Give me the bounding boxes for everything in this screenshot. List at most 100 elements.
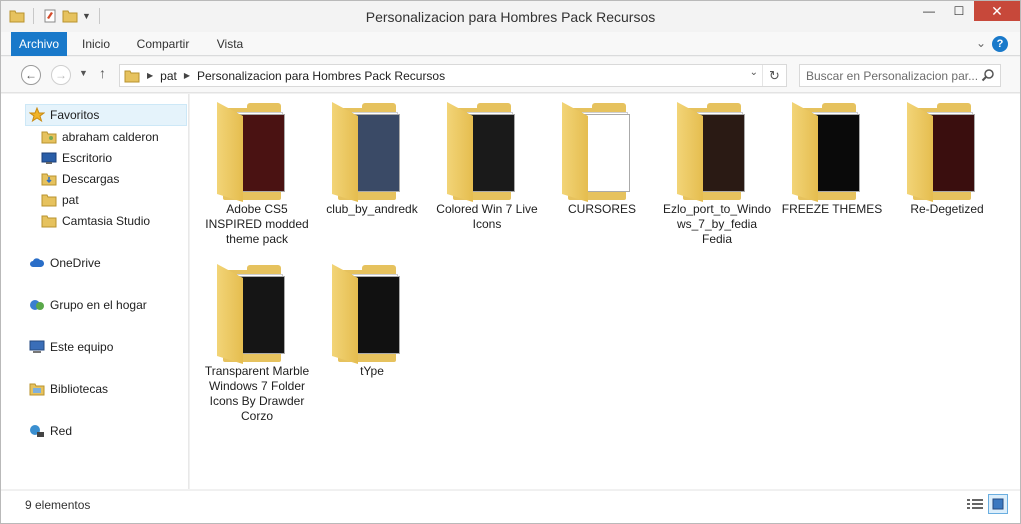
details-view-icon[interactable] (966, 496, 984, 512)
folder-label: Re-Degetized (910, 202, 984, 216)
nav-label: Este equipo (50, 340, 114, 354)
folder-icon (41, 213, 57, 229)
folder-thumbnail (812, 114, 860, 192)
folder-label: club_by_andredk (326, 202, 418, 216)
folder-item-type[interactable]: tYpe (317, 264, 427, 379)
computer-icon (29, 339, 45, 355)
folder-icon (217, 102, 297, 202)
downloads-icon (41, 171, 57, 187)
folder-icon (124, 70, 140, 82)
refresh-button[interactable]: ↻ (762, 65, 786, 86)
breadcrumb-arrow-icon[interactable]: ▶ (184, 71, 190, 80)
nav-este-equipo[interactable]: Este equipo (29, 336, 188, 358)
tab-archivo[interactable]: Archivo (11, 32, 67, 56)
folder-icon (792, 102, 872, 202)
network-icon (29, 423, 45, 439)
folder-thumbnail (237, 276, 285, 354)
nav-label: pat (62, 193, 79, 207)
nav-red[interactable]: Red (29, 420, 188, 442)
ribbon-tabs: Archivo Inicio Compartir Vista ⌄ ? (1, 32, 1020, 56)
search-input[interactable] (806, 67, 978, 84)
nav-favoritos[interactable]: Favoritos (25, 104, 187, 126)
minimize-button[interactable]: — (914, 1, 944, 21)
nav-item-escritorio[interactable]: Escritorio (41, 147, 188, 169)
up-arrow-icon[interactable]: ↑ (99, 65, 106, 81)
folder-thumbnail (352, 276, 400, 354)
expand-ribbon-icon[interactable]: ⌄ (976, 36, 986, 50)
breadcrumb-arrow-icon[interactable]: ▶ (147, 71, 153, 80)
nav-grupo-hogar[interactable]: Grupo en el hogar (29, 294, 188, 316)
nav-item-descargas[interactable]: Descargas (41, 168, 188, 190)
nav-label: Camtasia Studio (62, 214, 151, 228)
recent-locations-icon[interactable]: ▼ (79, 68, 88, 78)
address-row: ← → ▼ ↑ ▶ pat ▶ Personalizacion para Hom… (1, 57, 1020, 93)
breadcrumb-pat[interactable]: pat (160, 69, 177, 83)
desktop-icon (41, 150, 57, 166)
search-box[interactable] (799, 64, 1001, 87)
libraries-icon (29, 381, 45, 397)
large-icons-view-button[interactable] (988, 494, 1008, 514)
folder-icon (332, 264, 412, 364)
window-title: Personalizacion para Hombres Pack Recurs… (365, 9, 656, 25)
folder-thumbnail (582, 114, 630, 192)
folder-item-adobe-cs5[interactable]: Adobe CS5 INSPIRED modded theme pack (202, 102, 312, 247)
tab-vista[interactable]: Vista (209, 32, 251, 56)
nav-label: Bibliotecas (50, 382, 109, 396)
item-count: 9 elementos (25, 498, 91, 512)
folder-icon (41, 192, 57, 208)
folder-icon (562, 102, 642, 202)
tab-inicio[interactable]: Inicio (75, 32, 117, 56)
folder-thumbnail (352, 114, 400, 192)
folder-item-freeze-themes[interactable]: FREEZE THEMES (777, 102, 887, 217)
file-list: Adobe CS5 INSPIRED modded theme pack clu… (190, 94, 1020, 489)
folder-thumbnail (467, 114, 515, 192)
folder-label: Ezlo_port_to_Windows_7_by_fedia Fedia (662, 202, 772, 246)
folder-thumbnail (237, 114, 285, 192)
folder-item-club-by-andredk[interactable]: club_by_andredk (317, 102, 427, 217)
navigation-pane: Favoritos abraham calderon Escritorio De… (1, 94, 189, 489)
maximize-button[interactable]: ☐ (944, 1, 974, 21)
nav-item-camtasia-studio[interactable]: Camtasia Studio (41, 210, 188, 232)
homegroup-icon (29, 297, 45, 313)
explorer-window: ▼ Personalizacion para Hombres Pack Recu… (0, 0, 1021, 524)
nav-label: abraham calderon (62, 130, 159, 144)
folder-label: FREEZE THEMES (781, 202, 883, 216)
folder-item-ezlo-port[interactable]: Ezlo_port_to_Windows_7_by_fedia Fedia (662, 102, 772, 247)
nav-bibliotecas[interactable]: Bibliotecas (29, 378, 188, 400)
title-bar: ▼ Personalizacion para Hombres Pack Recu… (1, 1, 1020, 32)
close-button[interactable]: ✕ (974, 1, 1020, 21)
nav-onedrive[interactable]: OneDrive (29, 252, 188, 274)
large-icons-view-icon (992, 498, 1004, 510)
folder-item-cursores[interactable]: CURSORES (547, 102, 657, 217)
folder-thumbnail (697, 114, 745, 192)
folder-icon (677, 102, 757, 202)
tab-compartir[interactable]: Compartir (129, 32, 197, 56)
nav-label: Red (50, 424, 73, 438)
window-controls: — ☐ ✕ (914, 1, 1020, 21)
folder-icon (332, 102, 412, 202)
folder-item-re-degetized[interactable]: Re-Degetized (892, 102, 1002, 217)
nav-label: Descargas (62, 172, 120, 186)
folder-label: CURSORES (567, 202, 636, 216)
folder-icon (217, 264, 297, 364)
nav-label: Escritorio (62, 151, 113, 165)
chevron-down-icon[interactable]: ⌄ (750, 67, 758, 78)
back-button[interactable]: ← (21, 65, 41, 85)
cloud-icon (29, 255, 45, 271)
folder-item-transparent-marble[interactable]: Transparent Marble Windows 7 Folder Icon… (202, 264, 312, 424)
folder-label: Transparent Marble Windows 7 Folder Icon… (204, 364, 310, 423)
nav-item-abraham-calderon[interactable]: abraham calderon (41, 126, 188, 148)
nav-label: Grupo en el hogar (50, 298, 147, 312)
search-icon[interactable] (981, 68, 995, 82)
nav-item-pat[interactable]: pat (41, 189, 188, 211)
forward-button[interactable]: → (51, 65, 71, 85)
nav-label: Favoritos (50, 108, 100, 122)
address-bar[interactable]: ▶ pat ▶ Personalizacion para Hombres Pac… (119, 64, 787, 87)
breadcrumb-current[interactable]: Personalizacion para Hombres Pack Recurs… (197, 69, 445, 83)
folder-item-colored-win7[interactable]: Colored Win 7 Live Icons (432, 102, 542, 232)
nav-label: OneDrive (50, 256, 101, 270)
folder-label: Adobe CS5 INSPIRED modded theme pack (205, 202, 309, 246)
help-icon[interactable]: ? (992, 36, 1008, 52)
star-icon (29, 107, 45, 123)
folder-label: tYpe (360, 364, 384, 378)
